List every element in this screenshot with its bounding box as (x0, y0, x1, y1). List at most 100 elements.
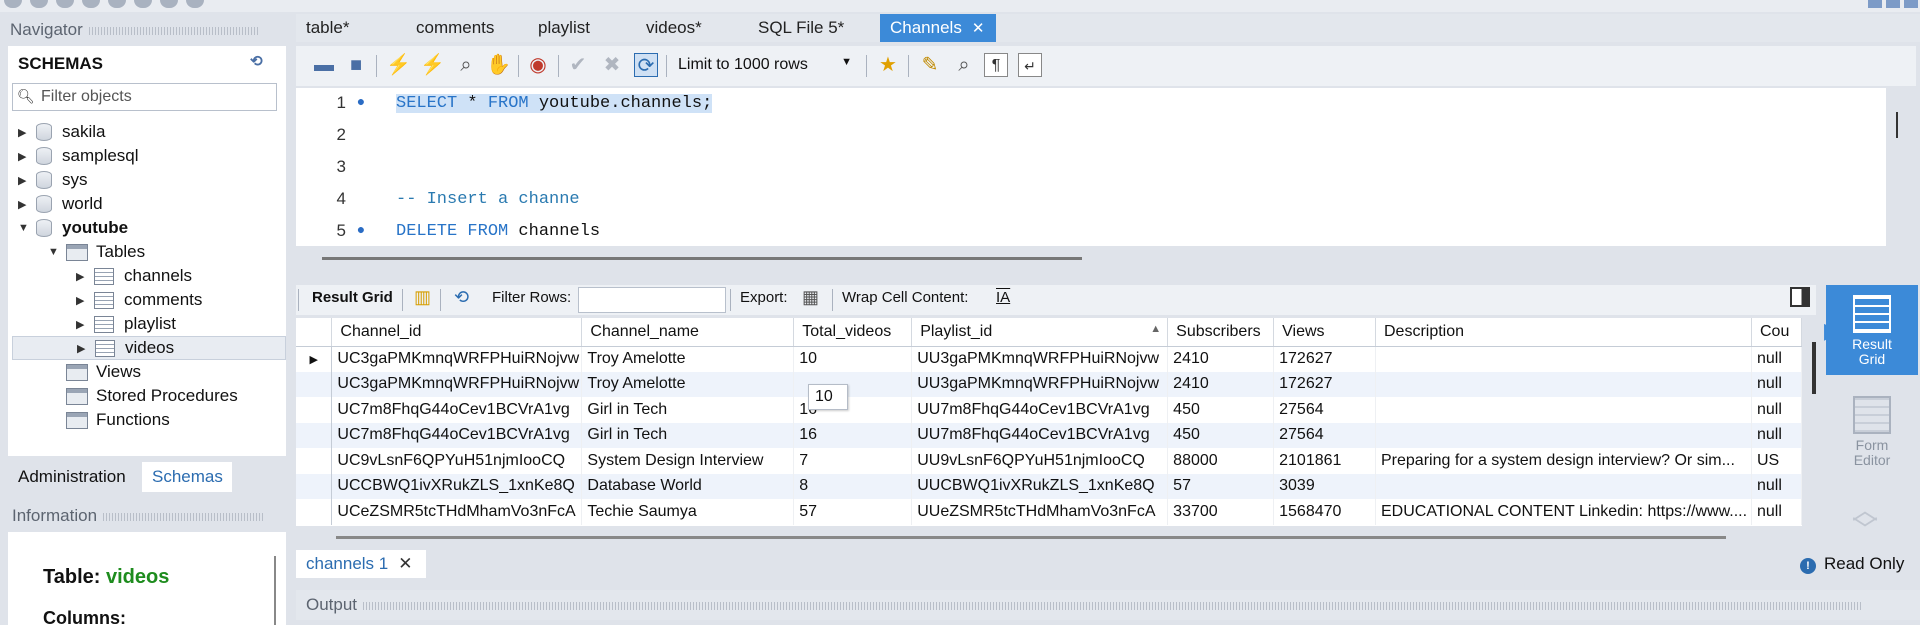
table-cell[interactable]: System Design Interview (581, 448, 795, 474)
commit-icon[interactable]: ✔ (566, 53, 590, 77)
table-cell[interactable]: 33700 (1167, 499, 1275, 525)
stored-procedures-folder[interactable]: Stored Procedures (66, 384, 238, 408)
table-cell[interactable]: Preparing for a system design interview?… (1375, 448, 1752, 474)
expand-arrow-icon[interactable]: ▶ (76, 270, 88, 283)
schema-item-samplesql[interactable]: ▶ samplesql (18, 144, 139, 168)
table-cell[interactable]: UU7m8FhqG44oCev1BCVrA1vg (911, 422, 1169, 448)
table-cell[interactable]: 57 (793, 499, 913, 525)
table-cell[interactable]: 7 (793, 448, 913, 474)
collapse-arrow-icon[interactable]: ▼ (18, 222, 30, 234)
table-cell[interactable]: UC7m8FhqG44oCev1BCVrA1vg (331, 397, 583, 423)
row-header[interactable] (296, 397, 333, 423)
table-cell[interactable]: 172627 (1273, 371, 1376, 397)
table-cell[interactable]: Troy Amelotte (581, 346, 795, 372)
column-header[interactable]: Total_videos (793, 318, 913, 347)
explain-magnifier-icon[interactable]: ⌕ (454, 53, 478, 77)
grid-columns-icon[interactable]: ▥ (414, 287, 431, 308)
expand-arrow-icon[interactable]: ▶ (76, 294, 88, 307)
row-header[interactable] (296, 448, 333, 474)
table-row[interactable]: UC3gaPMKmnqWRFPHuiRNojvw Troy Amelotte UU3… (296, 371, 1802, 397)
table-row[interactable]: UCeZSMR5tcTHdMhamVo3nFcA Techie Saumya 57 U… (296, 499, 1802, 525)
table-cell[interactable] (1375, 346, 1752, 372)
collapse-arrow-icon[interactable]: ▼ (48, 246, 60, 258)
tab-comments[interactable]: comments (406, 14, 504, 42)
table-cell[interactable]: 450 (1167, 422, 1275, 448)
table-cell[interactable]: 2101861 (1273, 448, 1376, 474)
table-cell[interactable]: 172627 (1273, 346, 1376, 372)
table-cell[interactable]: 2410 (1167, 371, 1275, 397)
panel-splitter[interactable] (274, 556, 276, 625)
table-row[interactable]: ▶ UC3gaPMKmnqWRFPHuiRNojvw Troy Amelotte 10… (296, 346, 1802, 372)
table-cell[interactable]: 2410 (1167, 346, 1275, 372)
column-header[interactable]: Playlist_id ▲ (911, 318, 1169, 347)
editor-vertical-scrollbar[interactable] (1896, 112, 1898, 138)
table-cell[interactable]: UCCBWQ1ivXRukZLS_1xnKe8Q (331, 473, 583, 499)
table-row[interactable]: UC7m8FhqG44oCev1BCVrA1vgGirl in Tech16UU… (296, 422, 1802, 448)
table-cell[interactable]: null (1751, 499, 1802, 525)
wrap-cell-icon[interactable]: IA (996, 289, 1010, 306)
table-cell[interactable]: Girl in Tech (581, 422, 795, 448)
stop-icon[interactable]: ✋ (486, 53, 511, 77)
editor-horizontal-scrollbar[interactable] (322, 257, 1082, 260)
table-cell[interactable]: Troy Amelotte (581, 371, 795, 397)
execute-lightning-icon[interactable]: ⚡ (386, 53, 411, 77)
tab-table[interactable]: table* (296, 14, 359, 42)
beautify-broom-icon[interactable]: ✎ (918, 53, 942, 77)
table-cell[interactable] (1375, 397, 1752, 423)
result-tab-channels-1[interactable]: channels 1 ✕ (296, 550, 426, 578)
table-cell[interactable]: UU3gaPMKmnqWRFPHuiRNojvw (911, 346, 1169, 372)
table-cell[interactable]: UC3gaPMKmnqWRFPHuiRNojvw (331, 371, 583, 397)
open-folder-icon[interactable]: ▬ (312, 53, 336, 77)
table-cell[interactable]: EDUCATIONAL CONTENT Linkedin: https://ww… (1375, 499, 1752, 525)
rollback-icon[interactable]: ✖ (600, 53, 624, 77)
toggle-error-icon[interactable]: ◉ (526, 53, 550, 77)
views-folder[interactable]: Views (66, 360, 141, 384)
table-cell[interactable]: 10 (793, 346, 913, 372)
table-cell[interactable]: 3039 (1273, 473, 1376, 499)
table-cell[interactable]: null (1751, 473, 1802, 499)
row-header[interactable] (296, 371, 333, 397)
table-cell[interactable]: 88000 (1167, 448, 1275, 474)
refresh-arrows-icon[interactable]: ⟲ (454, 287, 469, 308)
table-cell[interactable]: US (1751, 448, 1802, 474)
table-cell[interactable]: null (1751, 397, 1802, 423)
table-cell[interactable]: UC3gaPMKmnqWRFPHuiRNojvw (331, 346, 583, 372)
table-item-channels[interactable]: ▶ channels (76, 264, 192, 288)
export-icon[interactable]: ▦ (802, 287, 819, 308)
column-header[interactable]: Subscribers (1167, 318, 1275, 347)
tab-playlist[interactable]: playlist (528, 14, 600, 42)
table-cell[interactable]: null (1751, 422, 1802, 448)
word-wrap-icon[interactable]: ↵ (1018, 53, 1042, 77)
limit-rows-select[interactable]: Limit to 1000 rows ▼ (678, 53, 858, 79)
table-row[interactable]: UCCBWQ1ivXRukZLS_1xnKe8Q Database World 8 U… (296, 473, 1802, 499)
close-icon[interactable]: ✕ (398, 554, 412, 573)
column-header[interactable]: Description (1375, 318, 1752, 347)
schema-item-sys[interactable]: ▶ sys (18, 168, 88, 192)
table-cell[interactable]: 16 (793, 422, 913, 448)
toggle-panel-icon[interactable] (1790, 287, 1810, 307)
tab-channels[interactable]: Channels ✕ (880, 14, 996, 42)
row-header[interactable] (296, 499, 333, 525)
filter-objects-box[interactable]: 🔍︎ (12, 83, 277, 111)
table-row[interactable]: UC9vLsnF6QPYuH51njmIooCQ System Design In… (296, 448, 1802, 474)
table-cell[interactable] (1375, 422, 1752, 448)
table-cell[interactable]: UU9vLsnF6QPYuH51njmIooCQ (911, 448, 1169, 474)
code-text[interactable]: DELETE FROM channels (376, 222, 600, 241)
table-cell[interactable]: 8 (793, 473, 913, 499)
expand-arrow-icon[interactable]: ▶ (18, 126, 30, 139)
row-header[interactable] (296, 473, 333, 499)
row-header[interactable] (296, 422, 333, 448)
filter-objects-input[interactable] (41, 86, 271, 108)
table-cell[interactable]: UU3gaPMKmnqWRFPHuiRNojvw (911, 371, 1169, 397)
table-cell[interactable]: 1568470 (1273, 499, 1376, 525)
sql-editor[interactable]: 1 ● SELECT * FROM youtube.channels; 2 3 … (296, 88, 1886, 246)
column-header[interactable]: Views (1273, 318, 1376, 347)
add-snippet-star-icon[interactable]: ★ (876, 53, 900, 77)
table-cell[interactable]: UU7m8FhqG44oCev1BCVrA1vg (911, 397, 1169, 423)
current-row-marker-icon[interactable]: ▶ (296, 346, 333, 372)
column-header[interactable]: Cou (1751, 318, 1802, 347)
result-grid-label[interactable]: Result Grid (312, 289, 393, 306)
table-item-videos[interactable]: ▶ videos (12, 336, 286, 360)
tab-videos[interactable]: videos* (636, 14, 712, 42)
table-cell[interactable]: UUeZSMR5tcTHdMhamVo3nFcA (911, 499, 1169, 525)
